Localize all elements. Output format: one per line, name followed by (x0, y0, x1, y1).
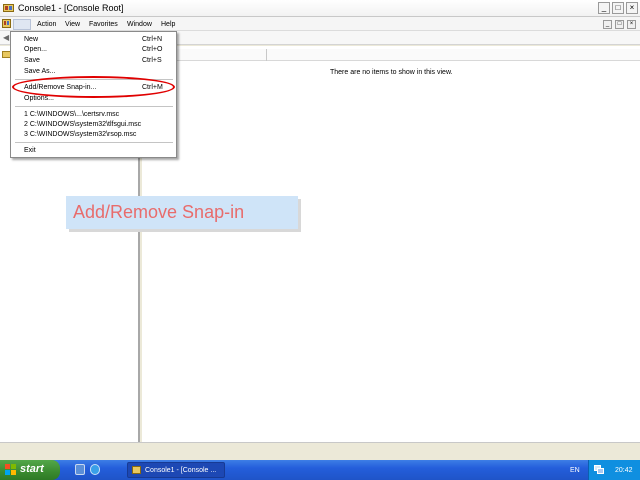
internet-explorer-icon[interactable] (90, 464, 100, 475)
menu-separator (15, 142, 173, 143)
back-arrow-icon[interactable]: ◀ (3, 34, 9, 42)
windows-flag-icon (5, 464, 16, 475)
minimize-button[interactable]: _ (598, 2, 610, 14)
file-menu-dropdown: New Ctrl+N Open... Ctrl+O Save Ctrl+S Sa… (10, 31, 177, 158)
show-desktop-icon[interactable] (75, 464, 85, 475)
taskbar-button-label: Console1 - [Console ... (145, 467, 217, 474)
child-minimize-button[interactable]: _ (603, 20, 612, 29)
window-title: Console1 - [Console Root] (18, 3, 124, 13)
menu-file[interactable]: File (13, 19, 31, 30)
shortcut-new: Ctrl+N (142, 36, 163, 43)
list-column-header[interactable] (142, 49, 640, 61)
menu-item-recent-2[interactable]: 2 C:\WINDOWS\system32\tlfsgui.msc (24, 120, 141, 129)
menu-item-save-as[interactable]: Save As... (24, 67, 56, 76)
column-divider[interactable] (266, 49, 267, 61)
start-button[interactable]: start (0, 460, 60, 480)
menu-action[interactable]: Action (37, 20, 56, 29)
menu-item-recent-1[interactable]: 1 C:\WINDOWS\...\certsrv.msc (24, 110, 119, 119)
result-pane[interactable]: There are no items to show in this view. (142, 46, 640, 442)
mmc-console-icon (132, 466, 141, 474)
shortcut-open: Ctrl+O (142, 46, 163, 53)
menu-item-open[interactable]: Open... (24, 45, 47, 54)
menu-item-save[interactable]: Save (24, 56, 40, 65)
start-label: start (20, 463, 44, 475)
menu-view[interactable]: View (65, 20, 80, 29)
callout-text: Add/Remove Snap-in (73, 202, 245, 222)
menu-window[interactable]: Window (127, 20, 152, 29)
title-bar: Console1 - [Console Root] _ □ × (0, 0, 640, 17)
mmc-console-icon[interactable] (3, 3, 14, 13)
status-bar (0, 442, 640, 460)
empty-view-message: There are no items to show in this view. (330, 69, 453, 76)
child-restore-button[interactable]: □ (615, 20, 624, 29)
shortcut-save: Ctrl+S (142, 57, 162, 64)
close-button[interactable]: × (626, 2, 638, 14)
menu-help[interactable]: Help (161, 20, 175, 29)
taskbar: start Console1 - [Console ... EN 20:42 (0, 460, 640, 480)
mmc-system-menu-icon[interactable] (2, 19, 11, 28)
callout-box: Add/Remove Snap-in (66, 196, 298, 229)
child-close-button[interactable]: × (627, 20, 636, 29)
clock: 20:42 (615, 467, 633, 474)
menu-favorites[interactable]: Favorites (89, 20, 118, 29)
system-tray: 20:42 (588, 460, 640, 480)
taskbar-button-console1[interactable]: Console1 - [Console ... (127, 462, 225, 478)
language-indicator[interactable]: EN (570, 466, 580, 475)
network-icon[interactable] (594, 465, 604, 474)
menu-item-exit[interactable]: Exit (24, 146, 36, 155)
menu-bar: File Action View Favorites Window Help _… (0, 17, 640, 31)
menu-separator (15, 106, 173, 107)
highlight-ellipse (12, 76, 175, 98)
menu-item-new[interactable]: New (24, 35, 38, 44)
maximize-button[interactable]: □ (612, 2, 624, 14)
menu-item-recent-3[interactable]: 3 C:\WINDOWS\system32\rsop.msc (24, 130, 136, 139)
